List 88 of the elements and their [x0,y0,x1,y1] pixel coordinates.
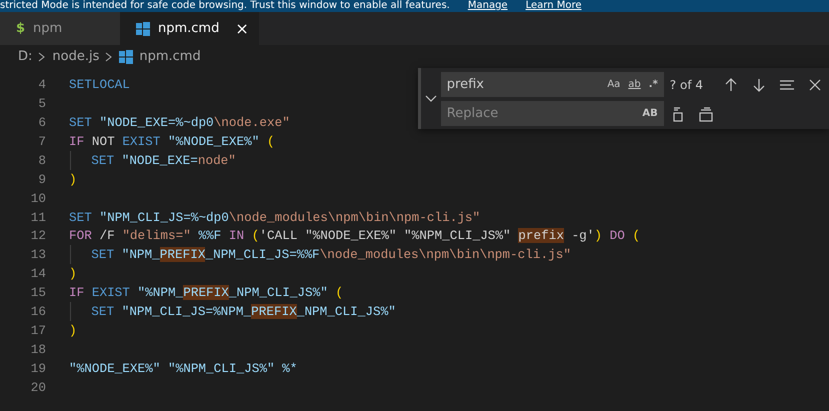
chevron-icon [38,52,46,62]
code-token: SET [69,210,93,225]
windows-icon [119,50,134,64]
code-token: ) [594,228,604,244]
code-token: 'CALL "%NODE_EXE%" "%NPM_CLI_JS%" [259,228,512,244]
code-token: /F [99,228,116,244]
breadcrumb-item[interactable]: node.js [52,49,100,64]
breadcrumb-item[interactable]: npm.cmd [139,49,201,64]
code-token: EXIST [92,285,131,300]
line-number: 19 [30,361,46,376]
line-number: 15 [30,285,46,300]
breadcrumb-item[interactable]: D: [18,49,32,64]
up-arrow-icon[interactable] [723,76,739,92]
banner-link[interactable]: Manage [468,0,508,12]
code-token: SETLOCAL [69,76,130,92]
search-match: prefix [518,228,564,244]
editor-tab[interactable]: npm.cmd × [120,12,259,45]
code-token: %%F [198,228,222,244]
code-token: "%NODE_EXE%" "%NPM_CLI_JS%" %* [69,361,298,376]
banner-link[interactable]: Learn More [526,0,582,12]
line-number: 16 [30,304,46,320]
line-number: 18 [30,342,46,358]
code-token: SET [91,304,116,320]
line-number: 9 [37,172,46,187]
line-number: 20 [30,380,46,395]
line-number: 14 [30,266,46,282]
chevron-icon [105,52,114,62]
match-count: ? of 4 [670,78,703,92]
code-token: DO [610,228,626,244]
search-match: PREFIX [160,247,206,262]
code-token: IF [69,285,86,300]
code-token: ) [69,266,77,282]
close-icon[interactable] [807,76,823,92]
code-token: SET [91,247,116,262]
code-token: ) [69,323,77,338]
line-number: 5 [37,96,46,111]
preserve-case-option[interactable]: AB [642,108,658,119]
line-number: 6 [37,114,46,130]
code-token: IF [69,134,86,149]
line-number: 12 [30,228,46,244]
code-token: ) [69,172,77,187]
code-token: "NPM_CLI_JS=%~dp0 [99,210,229,225]
code-token: ( [632,228,640,244]
code-token: node" [198,152,236,168]
code-token: _NPM_CLI_JS%" [228,285,329,300]
code-token: "NPM_ [122,247,160,262]
code-token: "delims=" [122,228,192,244]
shell-icon: $ [16,21,26,36]
code-token: ( [252,228,260,244]
close-icon[interactable]: × [235,19,249,38]
code-token: _NPM_CLI_JS%" [296,304,396,320]
down-arrow-icon[interactable] [751,76,767,92]
code-token: IN [228,228,246,244]
line-number: 7 [37,134,46,149]
banner-message: stricted Mode is intended for safe code browsing. Trust this window to enable all features. [0,0,450,12]
code-token: \node_modules\npm\bin\npm-cli.js" [228,210,480,225]
replace-all-icon[interactable] [698,106,714,122]
code-token: "%NPM_ [138,285,184,300]
search-option[interactable]: Aa [607,79,620,90]
line-number: 13 [30,247,46,262]
replace-field[interactable]: Replace AB [440,101,664,126]
search-match: PREFIX [251,304,297,320]
code-token: "NODE_EXE=%~dp0 [99,114,214,130]
code-token: -g' [570,228,594,244]
code-token: FOR [69,228,93,244]
line-number: 11 [30,210,46,225]
code-token: SET [69,114,93,130]
code-token: ( [266,134,275,149]
search-option[interactable]: .* [648,79,658,90]
code-token: NOT [92,134,116,149]
code-token: \node.exe" [214,114,290,130]
code-token: EXIST [122,134,162,149]
code-token: "NODE_EXE= [122,152,198,168]
line-number: 8 [37,152,46,168]
find-field[interactable]: prefix Aa ab .* [440,72,664,97]
code-token: "NPM_CLI_JS=%NPM_ [122,304,252,320]
line-number: 4 [37,76,46,92]
editor-tab[interactable]: $ npm [0,12,120,45]
code-token: "%NODE_EXE%" [168,134,260,149]
code-token: SET [91,152,116,168]
code-token: \node_modules\npm\bin\npm-cli.js" [320,247,571,262]
line-number: 10 [30,190,46,206]
code-token: ( [336,285,344,300]
search-match: PREFIX [183,285,229,300]
search-option[interactable]: ab [628,79,641,90]
windows-icon [136,22,150,36]
line-number: 17 [30,323,46,338]
code-token: _NPM_CLI_JS=%%F [205,247,320,262]
